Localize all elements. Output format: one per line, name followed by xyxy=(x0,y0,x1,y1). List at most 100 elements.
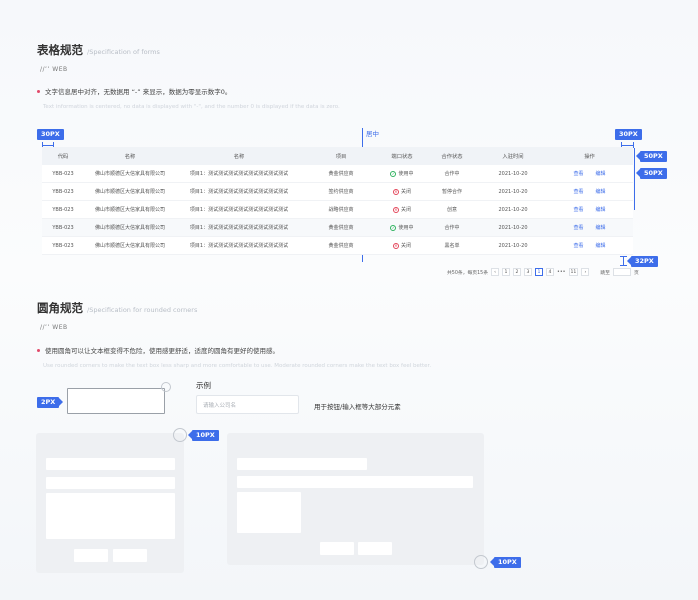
row-height-badge-2: 50PX xyxy=(636,168,667,179)
col-header-name[interactable]: 名称 xyxy=(84,152,176,160)
right-margin-tick xyxy=(621,145,633,146)
radius-card-small xyxy=(36,433,184,573)
example-label: 示例 xyxy=(196,381,211,390)
view-link[interactable]: 查看 xyxy=(573,243,583,249)
left-margin-tick xyxy=(42,145,53,146)
table-title-text: 表格规范 xyxy=(37,43,83,57)
edit-link[interactable]: 编辑 xyxy=(596,189,606,195)
cell-company: 佛山市顺德区大信家具有限公司 xyxy=(94,189,165,195)
cell-actions: 查看 编辑 xyxy=(546,170,633,177)
status-text: 关闭 xyxy=(400,189,411,195)
left-margin-badge: 30PX xyxy=(37,129,64,140)
cell-status: ✕ 关闭 xyxy=(380,206,424,213)
view-link[interactable]: 查看 xyxy=(573,189,583,195)
view-link[interactable]: 查看 xyxy=(573,171,583,177)
radius-subtitle: /Specification for rounded corners xyxy=(87,306,198,314)
edit-link[interactable]: 编辑 xyxy=(596,225,606,231)
table-subtitle: /Specification of forms xyxy=(87,48,160,56)
page-button[interactable]: 1 xyxy=(502,268,510,276)
view-link[interactable]: 查看 xyxy=(573,225,583,231)
status-text: 关闭 xyxy=(400,243,411,249)
status-text: 使用中 xyxy=(398,225,414,231)
company-name-input[interactable]: 请输入公司名 xyxy=(196,395,299,414)
status-text: 关闭 xyxy=(400,207,411,213)
cell-status: ✕ 关闭 xyxy=(380,188,424,195)
page-button[interactable]: 3 xyxy=(524,268,532,276)
cell-project: 黄金供应商 xyxy=(328,225,354,231)
col-header-project[interactable]: 项目 xyxy=(302,152,380,160)
edit-link[interactable]: 编辑 xyxy=(596,243,606,249)
view-link[interactable]: 查看 xyxy=(573,207,583,213)
bullet-dot-icon xyxy=(37,89,40,93)
cell-actions: 查看 编辑 xyxy=(546,224,633,231)
col-header-code[interactable]: 代码 xyxy=(42,152,84,160)
next-page-button[interactable]: › xyxy=(581,268,590,276)
page-button[interactable]: 2 xyxy=(513,268,521,276)
radius-rule-cn: 使用圆角可以让文本框变得不危险，使用感更舒适，适度的圆角有更好的使用感。 xyxy=(45,347,279,355)
cell-coop: 黑名单 xyxy=(444,243,460,249)
check-circle-icon: ✓ xyxy=(390,224,397,231)
cell-company: 佛山市顺德区大信家具有限公司 xyxy=(94,243,165,249)
radius-2px-badge: 2PX xyxy=(37,397,64,408)
corner-circle-icon xyxy=(173,428,187,442)
table-platform-tag: //’’ WEB xyxy=(40,66,68,73)
close-circle-icon: ✕ xyxy=(392,242,399,249)
card-button xyxy=(74,549,108,562)
jump-page-input[interactable] xyxy=(612,268,631,276)
cell-desc: 项目1：测试测试测试测试测试测试测试测试 xyxy=(189,189,289,195)
page-button[interactable]: 4 xyxy=(546,268,554,276)
radius-demo-box xyxy=(67,388,165,414)
cell-code: YBB-023 xyxy=(52,242,74,249)
cell-date: 2021-10-20 xyxy=(498,206,528,213)
card-line xyxy=(46,477,175,489)
cell-desc: 项目1：测试测试测试测试测试测试测试测试 xyxy=(189,171,289,177)
cell-date: 2021-10-20 xyxy=(498,170,528,177)
col-header-coop-status[interactable]: 合作状态 xyxy=(424,152,480,160)
card-button xyxy=(320,542,354,555)
cell-coop: 合作中 xyxy=(444,171,460,177)
page-button-active[interactable]: 1 xyxy=(535,268,543,276)
card-button xyxy=(358,542,392,555)
cell-date: 2021-10-20 xyxy=(498,224,528,231)
edit-link[interactable]: 编辑 xyxy=(596,171,606,177)
col-header-name-2[interactable]: 名称 xyxy=(176,152,302,160)
cell-coop: 暂停合作 xyxy=(441,189,462,195)
cell-project: 签约供应商 xyxy=(328,189,354,195)
jump-suffix: 页 xyxy=(633,270,639,276)
page-button[interactable]: 11 xyxy=(568,268,579,276)
cell-project: 黄金供应商 xyxy=(328,171,354,177)
cell-project: 黄金供应商 xyxy=(328,243,354,249)
radius-title-text: 圆角规范 xyxy=(37,301,83,315)
table-row: YBB-023 佛山市顺德区大信家具有限公司 项目1：测试测试测试测试测试测试测… xyxy=(42,219,633,237)
cell-desc: 项目1：测试测试测试测试测试测试测试测试 xyxy=(189,207,289,213)
cell-coop: 创意 xyxy=(446,207,457,213)
col-header-port-status[interactable]: 端口状态 xyxy=(380,152,424,160)
edit-link[interactable]: 编辑 xyxy=(596,207,606,213)
cell-company: 佛山市顺德区大信家具有限公司 xyxy=(94,171,165,177)
cell-actions: 查看 编辑 xyxy=(546,206,633,213)
card-line xyxy=(46,458,175,470)
col-header-actions: 操作 xyxy=(584,154,595,160)
cell-company: 佛山市顺德区大信家具有限公司 xyxy=(94,225,165,231)
card-line xyxy=(237,476,473,488)
corner-circle-icon xyxy=(161,382,171,392)
card-line xyxy=(237,458,367,470)
col-header-join-date[interactable]: 入驻时间 xyxy=(480,152,546,160)
corner-circle-icon xyxy=(474,555,488,569)
close-circle-icon: ✕ xyxy=(392,206,399,213)
bullet-dot-icon xyxy=(37,348,40,352)
prev-page-button[interactable]: ‹ xyxy=(491,268,499,276)
bottom-gap-badge: 32PX xyxy=(627,256,658,267)
radius-rule: 使用圆角可以让文本框变得不危险，使用感更舒适，适度的圆角有更好的使用感。 xyxy=(37,345,279,355)
cell-desc: 项目1：测试测试测试测试测试测试测试测试 xyxy=(189,225,289,231)
cell-status: ✕ 关闭 xyxy=(380,242,424,249)
example-note: 用于按钮/输入框等大部分元素 xyxy=(314,403,401,411)
pagination: 共50条，每页15条 ‹ 1 2 3 1 4 ••• 11 › 跳至 页 xyxy=(447,268,639,276)
row-height-badge-1: 50PX xyxy=(636,151,667,162)
table-rule-cn: 文字信息居中对齐，无数据用 “-” 来显示，数据为零显示数字0。 xyxy=(45,88,232,96)
table-rule-en: Text information is centered, no data is… xyxy=(43,104,340,110)
close-circle-icon: ✕ xyxy=(392,188,399,195)
cell-code: YBB-023 xyxy=(52,224,74,231)
cell-code: YBB-023 xyxy=(52,188,74,195)
pagination-summary: 共50条，每页15条 xyxy=(447,270,488,276)
